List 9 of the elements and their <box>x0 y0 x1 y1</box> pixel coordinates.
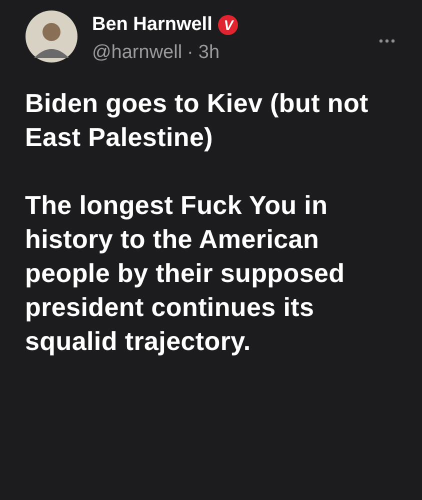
more-icon[interactable] <box>378 38 396 44</box>
author-name[interactable]: Ben Harnwell <box>92 14 212 36</box>
author-handle[interactable]: @harnwell <box>92 42 182 64</box>
avatar[interactable] <box>25 10 78 63</box>
verified-badge: V <box>218 15 238 35</box>
separator-dot: · <box>187 42 194 64</box>
post-time[interactable]: 3h <box>198 42 220 64</box>
post-text: Biden goes to Kiev (but not East Palestine) <box>25 87 370 154</box>
post-text: The longest Fuck You in history to the American people by their supposed president continues its squalid trajectory. <box>25 189 346 358</box>
